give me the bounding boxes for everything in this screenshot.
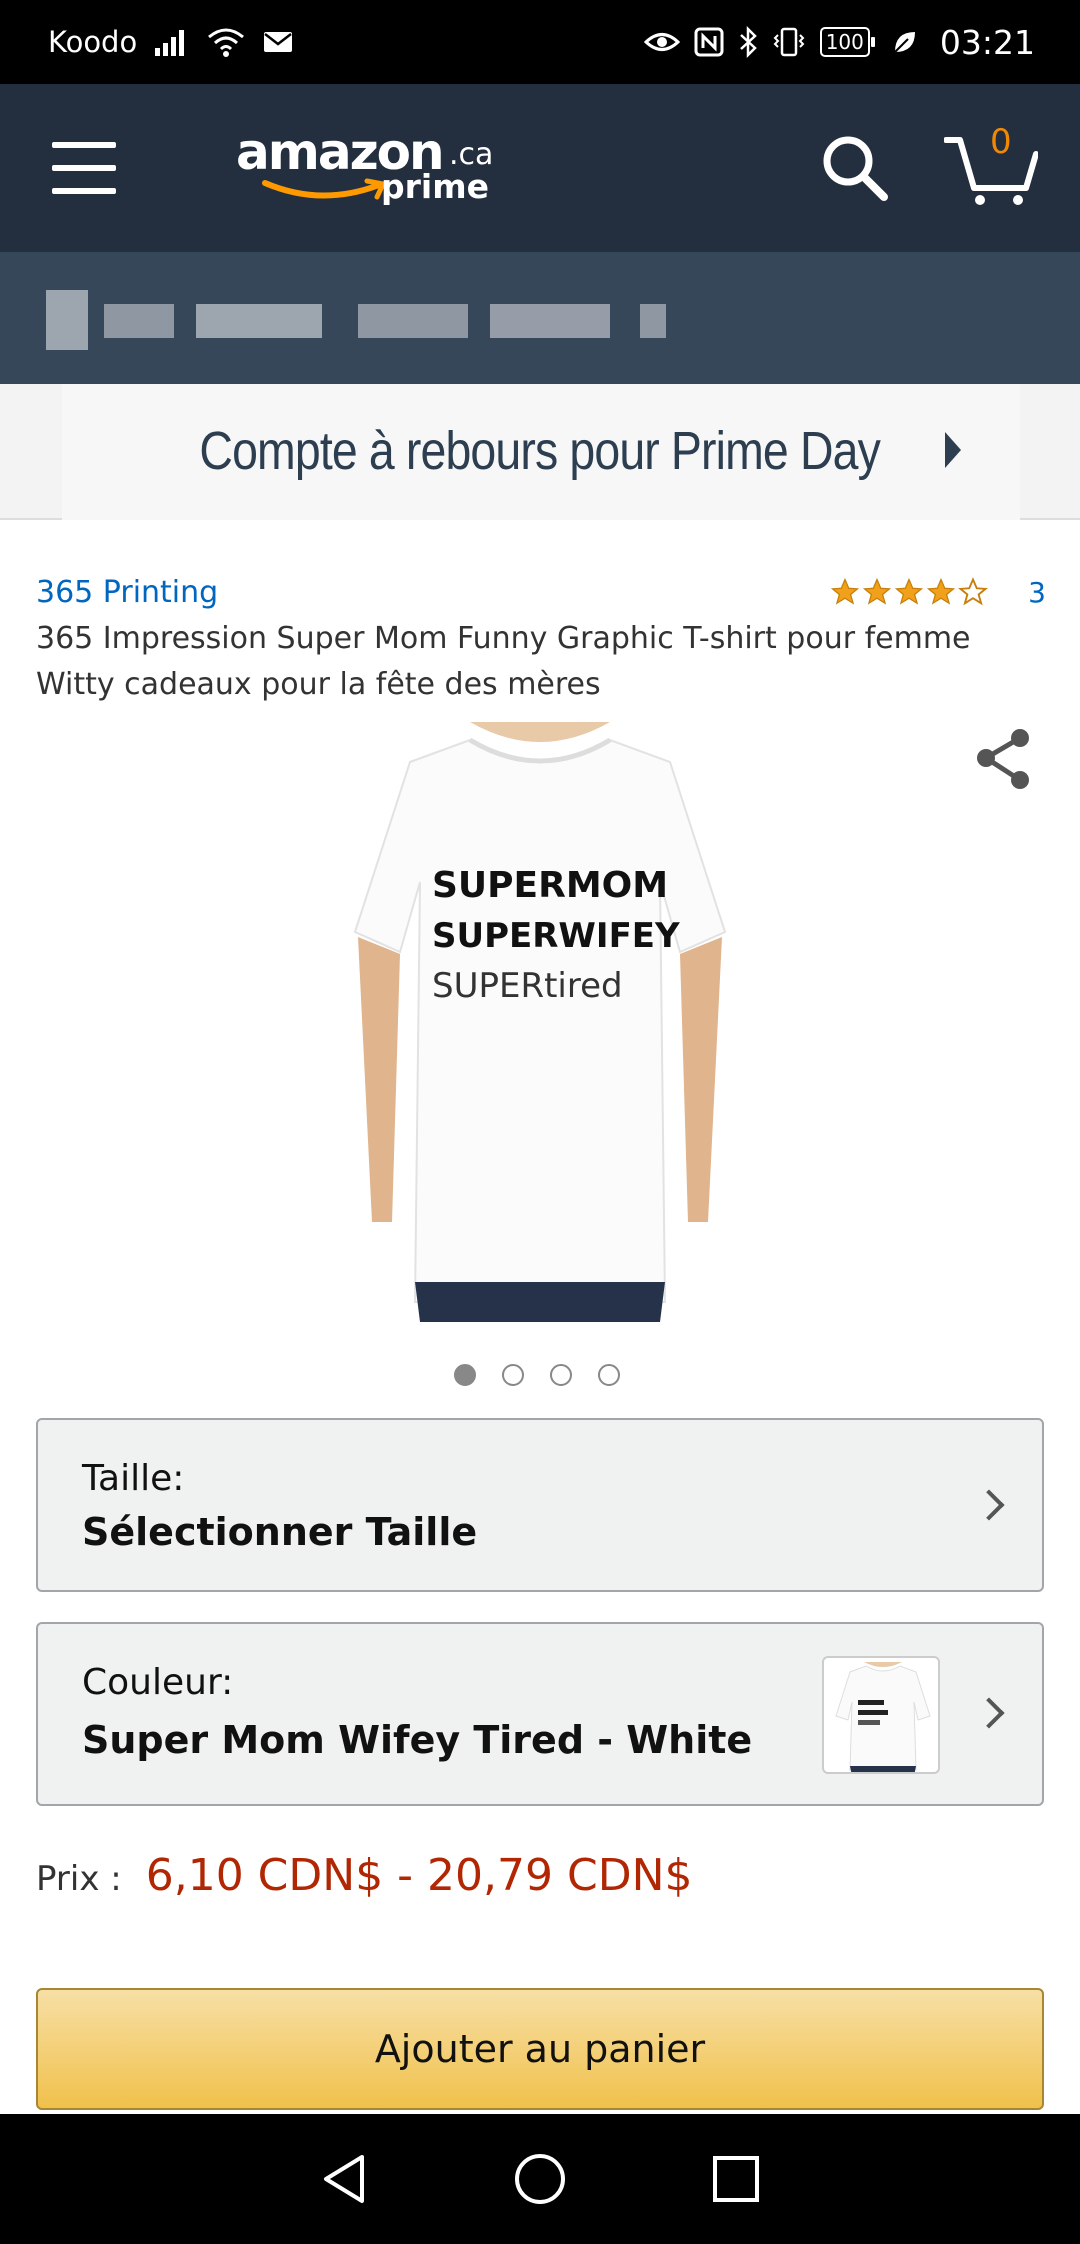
star-empty-icon bbox=[958, 577, 989, 606]
home-icon[interactable] bbox=[512, 2151, 568, 2207]
price-label: Prix : bbox=[36, 1859, 122, 1899]
size-selector[interactable]: Taille: Sélectionner Taille bbox=[36, 1418, 1044, 1592]
carousel-dot[interactable] bbox=[598, 1364, 620, 1386]
carousel-dot[interactable] bbox=[550, 1364, 572, 1386]
clock: 03:21 bbox=[939, 22, 1035, 62]
amazon-prime-logo[interactable]: amazon .ca prime bbox=[236, 123, 496, 213]
product-image[interactable]: SUPERMOM SUPERWIFEY SUPERtired bbox=[320, 722, 760, 1322]
banner-text: Compte à rebours pour Prime Day bbox=[199, 421, 881, 481]
product-title: 365 Impression Super Mom Funny Graphic T… bbox=[36, 621, 971, 702]
shirt-line-2: SUPERWIFEY bbox=[432, 916, 680, 956]
menu-icon[interactable] bbox=[52, 142, 116, 194]
color-selector[interactable]: Couleur: Super Mom Wifey Tired - White bbox=[36, 1622, 1044, 1806]
status-bar: Koodo 100 03:21 bbox=[0, 0, 1080, 84]
recents-icon[interactable] bbox=[708, 2151, 764, 2207]
chevron-right-icon bbox=[973, 1489, 1005, 1521]
price-row: Prix : 6,10 CDN$ - 20,79 CDN$ bbox=[36, 1850, 693, 1901]
image-carousel-dots bbox=[454, 1364, 620, 1386]
shirt-line-3: SUPERtired bbox=[432, 966, 623, 1006]
delivery-location-bar[interactable] bbox=[0, 252, 1080, 384]
carrier-name: Koodo bbox=[48, 25, 138, 59]
add-to-cart-button[interactable]: Ajouter au panier bbox=[36, 1988, 1044, 2110]
carousel-dot[interactable] bbox=[454, 1364, 476, 1386]
star-full-icon bbox=[895, 577, 924, 605]
brand-row: 365 Printing 3 bbox=[36, 570, 1046, 614]
brand-link[interactable]: 365 Printing bbox=[36, 575, 218, 610]
bluetooth-icon bbox=[738, 26, 758, 58]
prime-day-banner[interactable]: Compte à rebours pour Prime Day bbox=[0, 384, 1080, 520]
logo-prime: prime bbox=[381, 167, 489, 206]
leaf-icon bbox=[892, 29, 918, 55]
wifi-icon bbox=[207, 27, 245, 57]
search-icon[interactable] bbox=[820, 133, 890, 203]
price-value: 6,10 CDN$ - 20,79 CDN$ bbox=[145, 1850, 693, 1901]
color-label: Couleur: bbox=[82, 1662, 234, 1703]
star-full-icon bbox=[863, 577, 892, 605]
carousel-dot[interactable] bbox=[502, 1364, 524, 1386]
signal-icon bbox=[155, 28, 189, 56]
battery-icon: 100 bbox=[819, 27, 876, 57]
system-navigation-bar bbox=[0, 2114, 1080, 2244]
app-header: amazon .ca prime 0 bbox=[0, 84, 1080, 252]
star-rating[interactable]: 3 bbox=[830, 576, 1046, 609]
star-full-icon bbox=[831, 577, 860, 605]
nfc-icon bbox=[694, 27, 724, 57]
share-icon[interactable] bbox=[972, 726, 1036, 790]
mail-icon bbox=[263, 30, 293, 54]
banner-arrow-icon bbox=[945, 432, 961, 468]
color-value: Super Mom Wifey Tired - White bbox=[82, 1718, 753, 1762]
smile-arrow-icon bbox=[262, 178, 386, 200]
star-full-icon bbox=[927, 577, 956, 605]
back-icon[interactable] bbox=[316, 2151, 372, 2207]
cart-count-badge: 0 bbox=[990, 122, 1012, 162]
size-value: Sélectionner Taille bbox=[82, 1510, 478, 1554]
shirt-line-1: SUPERMOM bbox=[432, 865, 668, 906]
rating-count[interactable]: 3 bbox=[1028, 576, 1046, 609]
chevron-right-icon bbox=[973, 1697, 1005, 1729]
size-label: Taille: bbox=[82, 1458, 185, 1499]
eye-icon bbox=[643, 29, 680, 55]
cart-icon[interactable]: 0 bbox=[943, 122, 1039, 206]
color-thumbnail bbox=[822, 1656, 940, 1774]
vibrate-icon bbox=[772, 27, 806, 57]
